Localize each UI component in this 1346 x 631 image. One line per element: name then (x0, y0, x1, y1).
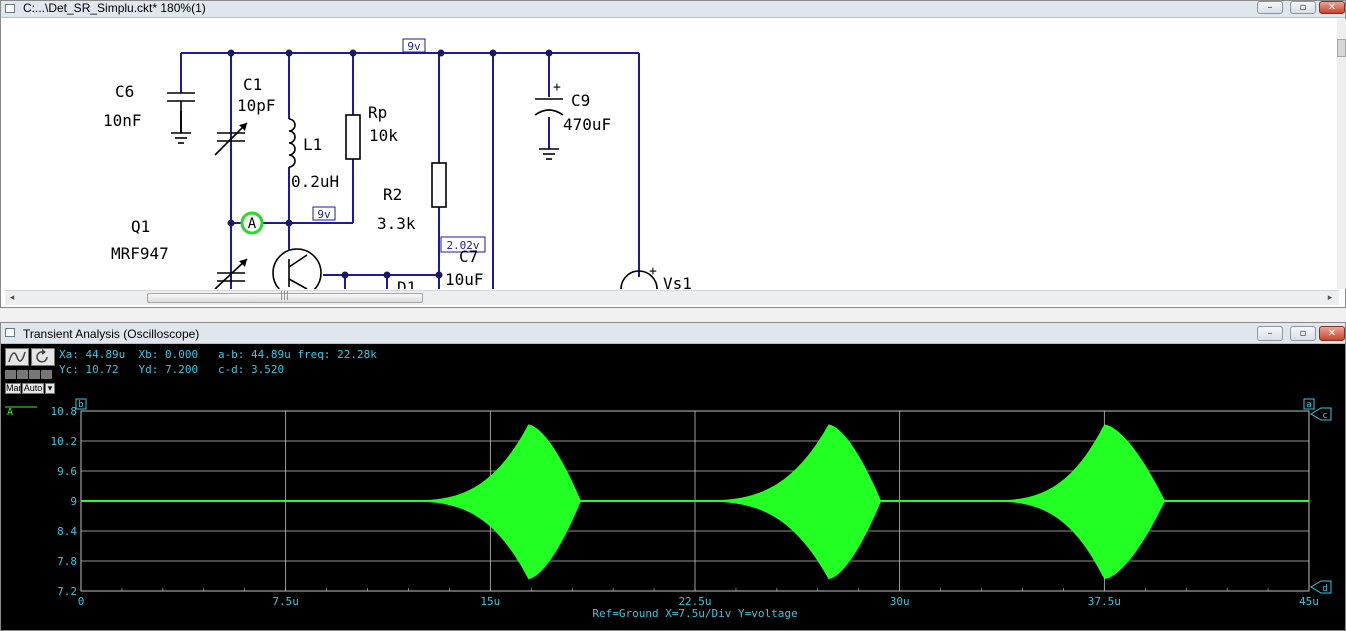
waveform-icon (8, 351, 26, 363)
schematic-window[interactable]: C:...\Det_SR_Simplu.ckt* 180%(1) – ▫ ✕ A… (0, 0, 1346, 308)
voltage-tag: 9v (317, 208, 331, 221)
c7-value: 10uF (445, 270, 484, 289)
voltage-tag: 9v (407, 40, 421, 53)
vertical-scrollbar[interactable] (1337, 19, 1346, 289)
x-tick-label: 0 (78, 595, 85, 608)
c6-label: C6 (115, 82, 134, 101)
l1-label: L1 (303, 135, 322, 154)
dropdown-icon[interactable]: ▾ (45, 383, 55, 394)
auto-button[interactable]: Auto (22, 383, 44, 394)
q1-label: Q1 (131, 217, 150, 236)
y-tick-label: 9.6 (57, 465, 77, 478)
y-tick-label: 10.2 (51, 435, 78, 448)
close-button[interactable]: ✕ (1319, 326, 1345, 341)
next-icon[interactable] (29, 370, 40, 379)
x-tick-label: 45u (1299, 595, 1319, 608)
refresh-icon (36, 349, 48, 363)
trace-burst (981, 424, 1165, 579)
cursor-readout-y: Yc: 10.72 Yd: 7.200 c-d: 3.520 (59, 363, 285, 376)
horizontal-scroll-thumb[interactable]: ||| (147, 291, 423, 303)
window-icon (5, 4, 15, 13)
c9-label: C9 (571, 91, 590, 110)
cursor-marker-label: d (1322, 584, 1327, 594)
cursor-readout-x: Xa: 44.89u Xb: 0.000 a-b: 44.89u freq: 2… (59, 348, 377, 361)
vs1-label: Vs1 (663, 274, 692, 289)
oscilloscope-plot[interactable]: 10.810.29.698.47.87.20 7.5u 15u 22.5u 30u 37.… (1, 395, 1345, 623)
probe-a[interactable]: A (240, 211, 264, 235)
r2-value: 3.3k (377, 214, 416, 233)
refresh-button[interactable] (31, 348, 55, 366)
x-tick-label: 30u (890, 595, 910, 608)
schematic-canvas[interactable]: A 9v 9v 2.02v C6 10nF C1 10pF L1 0.2uH R… (1, 19, 1335, 289)
nav-arrows[interactable] (5, 370, 55, 380)
c7-label: C7 (459, 247, 478, 266)
minimize-button[interactable]: – (1257, 1, 1283, 14)
plus-sign: + (553, 80, 561, 95)
c9-value: 470uF (563, 115, 611, 134)
window-icon (5, 328, 15, 337)
scroll-grip: ||| (280, 291, 290, 301)
cursor-marker-label: c (1322, 411, 1327, 421)
horizontal-scrollbar[interactable]: ◂ ||| ▸ (5, 290, 1339, 305)
scroll-left-icon[interactable]: ◂ (5, 292, 19, 304)
d1-label: D1 (397, 278, 416, 289)
y-tick-label: 10.8 (51, 405, 78, 418)
manual-button[interactable]: Man (5, 383, 24, 394)
probe-label: A (248, 216, 257, 232)
trace-burst (692, 424, 882, 580)
x-tick-label: 7.5u (272, 595, 299, 608)
plus-sign: + (649, 264, 657, 279)
rp-value: 10k (369, 126, 398, 145)
c1-label: C1 (243, 75, 262, 94)
y-tick-label: 8.4 (57, 525, 77, 538)
scope-mode-button[interactable] (5, 348, 29, 366)
c1-value: 10pF (237, 96, 276, 115)
cursor-marker-label: a (1306, 400, 1311, 410)
x-tick-label: 37.5u (1088, 595, 1121, 608)
maximize-button[interactable]: ▫ (1290, 1, 1316, 14)
close-button[interactable]: ✕ (1319, 1, 1345, 14)
schematic-title: C:...\Det_SR_Simplu.ckt* 180%(1) (23, 1, 206, 15)
q1-value: MRF947 (111, 244, 169, 263)
scope-footer: Ref=Ground X=7.5u/Div Y=voltage (592, 607, 797, 620)
minimize-button[interactable]: – (1257, 326, 1283, 341)
y-tick-label: 7.2 (57, 585, 77, 598)
y-tick-label: 7.8 (57, 555, 77, 568)
cursor-marker-c (1310, 407, 1332, 421)
l1-value: 0.2uH (291, 172, 339, 191)
cursor-marker-d (1310, 580, 1332, 594)
scroll-right-icon[interactable]: ▸ (1323, 292, 1337, 304)
x-tick-label: 15u (480, 595, 500, 608)
trace-name-label: A (7, 407, 13, 418)
maximize-button[interactable]: ▫ (1290, 326, 1316, 341)
first-icon[interactable] (5, 370, 16, 379)
cursor-marker-label: b (78, 400, 83, 410)
r2-label: R2 (383, 185, 402, 204)
vertical-scroll-thumb[interactable] (1337, 39, 1346, 57)
scope-title: Transient Analysis (Oscilloscope) (23, 327, 200, 341)
schematic-titlebar[interactable]: C:...\Det_SR_Simplu.ckt* 180%(1) – ▫ ✕ (1, 1, 1345, 18)
y-tick-label: 9 (70, 495, 77, 508)
prev-icon[interactable] (17, 370, 28, 379)
last-icon[interactable] (41, 370, 52, 379)
oscilloscope-window[interactable]: Transient Analysis (Oscilloscope) – ▫ ✕ … (0, 322, 1346, 631)
c6-value: 10nF (103, 111, 142, 130)
scope-titlebar[interactable]: Transient Analysis (Oscilloscope) – ▫ ✕ (1, 323, 1345, 344)
rp-label: Rp (368, 103, 387, 122)
